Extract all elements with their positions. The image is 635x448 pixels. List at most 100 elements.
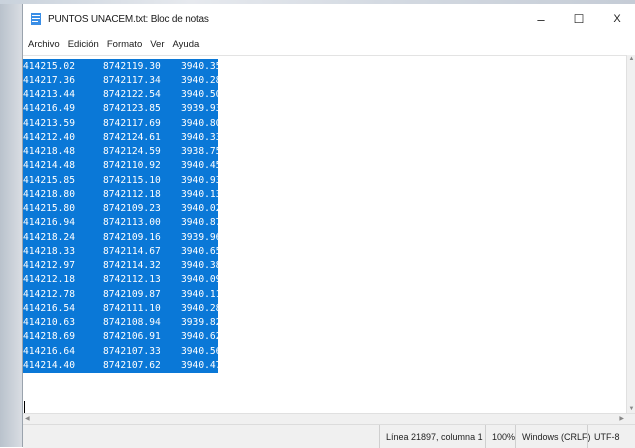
menu-edicion[interactable]: Edición bbox=[64, 39, 103, 50]
menu-ayuda[interactable]: Ayuda bbox=[169, 39, 204, 50]
coordinate-y: 8742109.16 bbox=[103, 231, 161, 243]
maximize-button[interactable]: ☐ bbox=[560, 4, 598, 34]
coordinate-y: 8742107.33 bbox=[103, 345, 161, 357]
text-line[interactable]: 414213.59 8742117.69 3940.80 bbox=[23, 116, 222, 131]
vertical-scrollbar[interactable]: ▲ ▼ bbox=[626, 55, 635, 413]
text-line[interactable]: 414217.36 8742117.34 3940.28 bbox=[23, 73, 222, 88]
coordinate-x: 414218.69 bbox=[23, 331, 75, 343]
coordinate-y: 8742107.62 bbox=[103, 359, 161, 371]
title-bar[interactable]: PUNTOS UNACEM.txt: Bloc de notas – ☐ X bbox=[23, 4, 635, 34]
coordinate-z: 3939.93 bbox=[181, 103, 222, 115]
selected-text-block[interactable]: 414215.02 8742119.30 3940.35 414217.36 87421… bbox=[23, 59, 222, 373]
text-line[interactable]: 414216.94 8742113.00 3940.87 bbox=[23, 215, 222, 230]
coordinate-x: 414213.44 bbox=[23, 89, 75, 101]
coordinate-z: 3939.82 bbox=[181, 317, 222, 329]
coordinate-x: 414218.80 bbox=[23, 188, 75, 200]
text-line[interactable]: 414216.49 8742123.85 3939.93 bbox=[23, 101, 222, 116]
text-line[interactable]: 414218.33 8742114.67 3940.65 bbox=[23, 244, 222, 259]
text-line[interactable]: 414216.64 8742107.33 3940.56 bbox=[23, 344, 222, 359]
coordinate-z: 3940.80 bbox=[181, 117, 222, 129]
status-line-endings: Windows (CRLF) bbox=[515, 425, 591, 448]
text-line[interactable]: 414210.63 8742108.94 3939.82 bbox=[23, 315, 222, 330]
text-line[interactable]: 414218.48 8742124.59 3938.75 bbox=[23, 144, 222, 159]
text-line[interactable]: 414213.44 8742122.54 3940.50 bbox=[23, 87, 222, 102]
coordinate-z: 3940.33 bbox=[181, 131, 222, 143]
coordinate-y: 8742110.92 bbox=[103, 160, 161, 172]
coordinate-x: 414213.59 bbox=[23, 117, 75, 129]
coordinate-z: 3940.50 bbox=[181, 89, 222, 101]
coordinate-x: 414217.36 bbox=[23, 74, 75, 86]
scroll-down-arrow-icon[interactable]: ▼ bbox=[627, 406, 635, 412]
text-line[interactable]: 414218.80 8742112.18 3940.13 bbox=[23, 187, 222, 202]
minimize-button[interactable]: – bbox=[522, 4, 560, 34]
coordinate-y: 8742122.54 bbox=[103, 89, 161, 101]
menu-archivo[interactable]: Archivo bbox=[23, 39, 64, 50]
notepad-icon bbox=[29, 12, 43, 26]
coordinate-z: 3940.93 bbox=[181, 174, 222, 186]
coordinate-z: 3940.45 bbox=[181, 160, 222, 172]
text-line[interactable]: 414214.40 8742107.62 3940.47 bbox=[23, 358, 222, 373]
close-button[interactable]: X bbox=[598, 4, 635, 34]
coordinate-x: 414212.78 bbox=[23, 288, 75, 300]
coordinate-z: 3940.65 bbox=[181, 245, 222, 257]
text-line[interactable]: 414212.40 8742124.61 3940.33 bbox=[23, 130, 222, 145]
coordinate-y: 8742123.85 bbox=[103, 103, 161, 115]
coordinate-y: 8742112.18 bbox=[103, 188, 161, 200]
coordinate-z: 3940.62 bbox=[181, 331, 222, 343]
text-line[interactable]: 414212.78 8742109.87 3940.11 bbox=[23, 287, 221, 302]
coordinate-x: 414212.97 bbox=[23, 260, 75, 272]
text-line[interactable]: 414212.18 8742112.13 3940.09 bbox=[23, 272, 221, 287]
coordinate-x: 414216.54 bbox=[23, 302, 75, 314]
coordinate-x: 414218.48 bbox=[23, 146, 75, 158]
coordinate-x: 414218.24 bbox=[23, 231, 75, 243]
coordinate-z: 3940.47 bbox=[181, 359, 222, 371]
coordinate-x: 414218.33 bbox=[23, 245, 75, 257]
text-line[interactable]: 414215.80 8742109.23 3940.02 bbox=[23, 201, 222, 216]
horizontal-scrollbar[interactable]: ◀ ▶ bbox=[23, 413, 635, 424]
text-line[interactable]: 414215.85 8742115.10 3940.93 bbox=[23, 173, 222, 188]
status-encoding: UTF-8 bbox=[587, 425, 620, 448]
coordinate-y: 8742108.94 bbox=[103, 317, 161, 329]
text-line[interactable]: 414214.48 8742110.92 3940.45 bbox=[23, 158, 222, 173]
coordinate-x: 414215.85 bbox=[23, 174, 75, 186]
coordinate-z: 3940.28 bbox=[181, 74, 222, 86]
coordinate-x: 414212.18 bbox=[23, 274, 75, 286]
coordinate-y: 8742114.32 bbox=[103, 260, 161, 272]
text-line[interactable]: 414215.02 8742119.30 3940.35 bbox=[23, 59, 221, 74]
background-window-edge bbox=[0, 4, 22, 447]
coordinate-y: 8742124.61 bbox=[103, 131, 161, 143]
menu-bar: Archivo Edición Formato Ver Ayuda bbox=[23, 34, 635, 54]
text-line[interactable]: 414212.97 8742114.32 3940.38 bbox=[23, 258, 222, 273]
coordinate-z: 3940.87 bbox=[181, 217, 222, 229]
coordinate-z: 3940.38 bbox=[181, 260, 222, 272]
coordinate-y: 8742106.91 bbox=[103, 331, 161, 343]
coordinate-y: 8742115.10 bbox=[103, 174, 161, 186]
coordinate-y: 8742117.34 bbox=[103, 74, 161, 86]
coordinate-x: 414215.80 bbox=[23, 203, 75, 215]
text-editor[interactable]: 414215.02 8742119.30 3940.35 414217.36 87421… bbox=[23, 55, 627, 414]
coordinate-z: 3940.56 bbox=[181, 345, 222, 357]
window-title: PUNTOS UNACEM.txt: Bloc de notas bbox=[48, 13, 209, 25]
coordinate-z: 3939.96 bbox=[181, 231, 222, 243]
scroll-left-arrow-icon[interactable]: ◀ bbox=[25, 414, 30, 424]
text-line[interactable]: 414216.54 8742111.10 3940.28 bbox=[23, 301, 222, 316]
coordinate-x: 414215.02 bbox=[23, 60, 75, 72]
coordinate-y: 8742124.59 bbox=[103, 146, 161, 158]
scroll-right-arrow-icon[interactable]: ▶ bbox=[619, 414, 624, 424]
coordinate-y: 8742109.23 bbox=[103, 203, 161, 215]
scroll-up-arrow-icon[interactable]: ▲ bbox=[627, 56, 635, 62]
coordinate-z: 3938.75 bbox=[181, 146, 222, 158]
coordinate-z: 3940.13 bbox=[181, 188, 222, 200]
coordinate-z: 3940.28 bbox=[181, 302, 222, 314]
coordinate-x: 414210.63 bbox=[23, 317, 75, 329]
coordinate-x: 414216.94 bbox=[23, 217, 75, 229]
text-caret bbox=[24, 401, 25, 413]
menu-ver[interactable]: Ver bbox=[146, 39, 168, 50]
text-line[interactable]: 414218.69 8742106.91 3940.62 bbox=[23, 329, 222, 344]
coordinate-x: 414212.40 bbox=[23, 131, 75, 143]
menu-formato[interactable]: Formato bbox=[103, 39, 146, 50]
text-line[interactable]: 414218.24 8742109.16 3939.96 bbox=[23, 230, 222, 245]
notepad-window: PUNTOS UNACEM.txt: Bloc de notas – ☐ X A… bbox=[22, 4, 635, 448]
coordinate-x: 414216.64 bbox=[23, 345, 75, 357]
coordinate-z: 3940.02 bbox=[181, 203, 222, 215]
